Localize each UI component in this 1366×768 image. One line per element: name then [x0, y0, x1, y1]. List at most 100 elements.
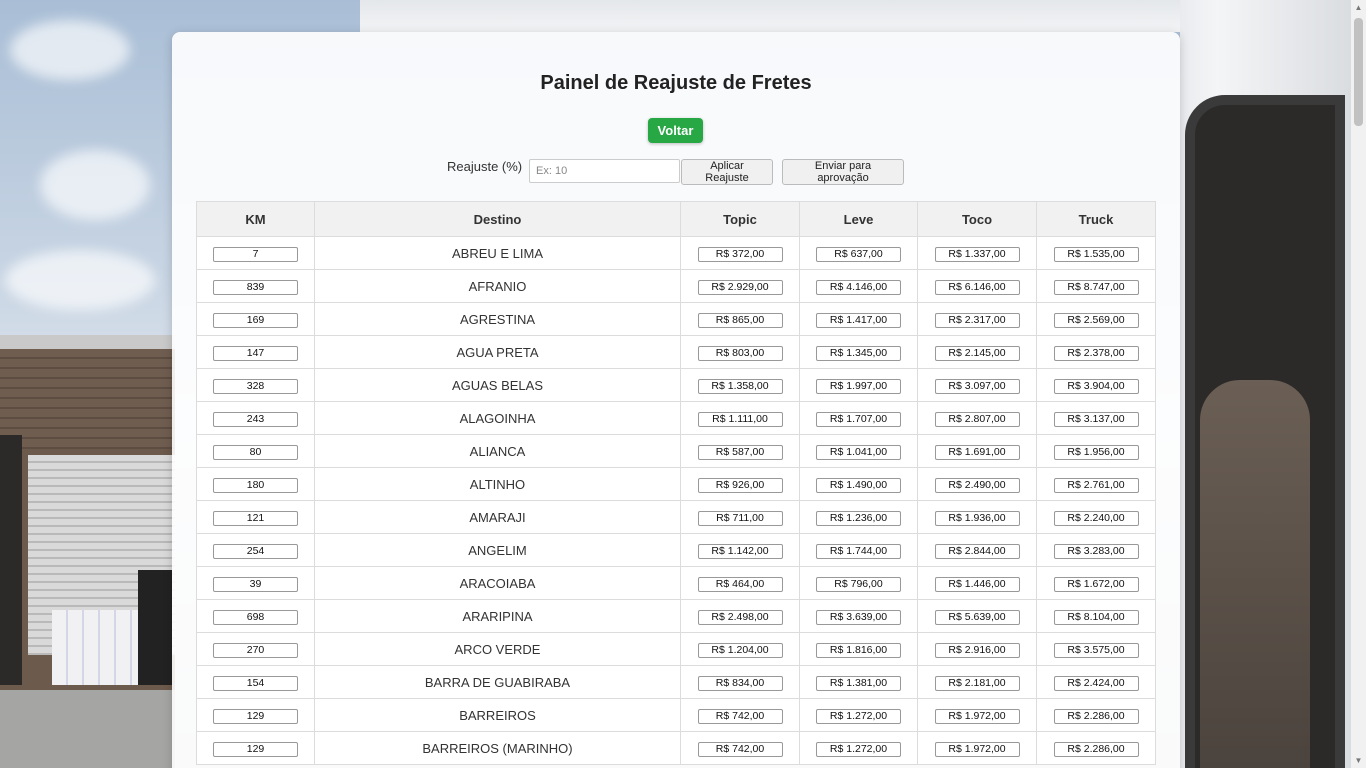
km-input[interactable]: 7 [213, 246, 298, 262]
topic-price-input[interactable]: R$ 742,00 [697, 708, 783, 724]
leve-price-input[interactable]: R$ 1.744,00 [816, 543, 901, 559]
truck-price-input[interactable]: R$ 2.240,00 [1053, 510, 1139, 526]
km-input[interactable]: 154 [213, 675, 298, 691]
leve-price-input[interactable]: R$ 1.816,00 [816, 642, 901, 658]
leve-price-input[interactable]: R$ 1.707,00 [816, 411, 901, 427]
table-cell-leve: R$ 1.236,00 [799, 500, 918, 534]
km-input[interactable]: 180 [213, 477, 298, 493]
back-button[interactable]: Voltar [648, 118, 703, 143]
topic-price-input[interactable]: R$ 803,00 [697, 345, 783, 361]
truck-price-input[interactable]: R$ 1.672,00 [1053, 576, 1139, 592]
leve-price-input[interactable]: R$ 1.041,00 [816, 444, 901, 460]
table-cell-toco: R$ 6.146,00 [917, 269, 1037, 303]
leve-price-input[interactable]: R$ 1.272,00 [816, 708, 901, 724]
topic-price-input[interactable]: R$ 2.929,00 [697, 279, 783, 295]
topic-price-input[interactable]: R$ 926,00 [697, 477, 783, 493]
toco-price-input[interactable]: R$ 1.337,00 [934, 246, 1020, 262]
truck-price-input[interactable]: R$ 2.378,00 [1053, 345, 1139, 361]
truck-price-input[interactable]: R$ 2.424,00 [1053, 675, 1139, 691]
table-cell-toco: R$ 2.181,00 [917, 665, 1037, 699]
table-cell-leve: R$ 4.146,00 [799, 269, 918, 303]
km-input[interactable]: 839 [213, 279, 298, 295]
topic-price-input[interactable]: R$ 1.111,00 [697, 411, 783, 427]
toco-price-input[interactable]: R$ 2.916,00 [934, 642, 1020, 658]
toco-price-input[interactable]: R$ 1.691,00 [934, 444, 1020, 460]
toco-price-input[interactable]: R$ 1.446,00 [934, 576, 1020, 592]
truck-price-input[interactable]: R$ 8.747,00 [1053, 279, 1139, 295]
truck-price-input[interactable]: R$ 3.283,00 [1053, 543, 1139, 559]
km-input[interactable]: 80 [213, 444, 298, 460]
destination-label: BARRA DE GUABIRABA [424, 674, 571, 690]
send-approval-button[interactable]: Enviar para aprovação [782, 159, 904, 185]
topic-price-input[interactable]: R$ 2.498,00 [697, 609, 783, 625]
toco-price-input[interactable]: R$ 2.807,00 [934, 411, 1020, 427]
truck-price-input[interactable]: R$ 2.286,00 [1053, 741, 1139, 757]
topic-price-input[interactable]: R$ 372,00 [697, 246, 783, 262]
truck-price-input[interactable]: R$ 2.761,00 [1053, 477, 1139, 493]
topic-price-input[interactable]: R$ 865,00 [697, 312, 783, 328]
leve-price-input[interactable]: R$ 4.146,00 [816, 279, 901, 295]
km-input[interactable]: 39 [213, 576, 298, 592]
km-input[interactable]: 243 [213, 411, 298, 427]
col-header-truck: Truck [1036, 201, 1156, 237]
toco-price-input[interactable]: R$ 2.490,00 [934, 477, 1020, 493]
topic-price-input[interactable]: R$ 711,00 [697, 510, 783, 526]
toco-price-input[interactable]: R$ 3.097,00 [934, 378, 1020, 394]
truck-price-input[interactable]: R$ 2.569,00 [1053, 312, 1139, 328]
topic-price-input[interactable]: R$ 464,00 [697, 576, 783, 592]
truck-price-input[interactable]: R$ 3.904,00 [1053, 378, 1139, 394]
toco-price-input[interactable]: R$ 1.936,00 [934, 510, 1020, 526]
adjust-percent-input[interactable] [529, 159, 680, 183]
toco-price-input[interactable]: R$ 5.639,00 [934, 609, 1020, 625]
page-scrollbar[interactable]: ▲ ▼ [1351, 0, 1366, 768]
km-input[interactable]: 129 [213, 741, 298, 757]
km-input[interactable]: 270 [213, 642, 298, 658]
col-header-topic: Topic [680, 201, 800, 237]
toco-price-input[interactable]: R$ 1.972,00 [934, 708, 1020, 724]
km-input[interactable]: 169 [213, 312, 298, 328]
topic-price-input[interactable]: R$ 1.142,00 [697, 543, 783, 559]
leve-price-input[interactable]: R$ 637,00 [816, 246, 901, 262]
leve-price-input[interactable]: R$ 3.639,00 [816, 609, 901, 625]
truck-price-input[interactable]: R$ 3.137,00 [1053, 411, 1139, 427]
leve-price-input[interactable]: R$ 1.490,00 [816, 477, 901, 493]
scrollbar-thumb[interactable] [1354, 18, 1363, 126]
toco-price-input[interactable]: R$ 2.145,00 [934, 345, 1020, 361]
truck-price-input[interactable]: R$ 8.104,00 [1053, 609, 1139, 625]
table-cell-destino: ANGELIM [314, 533, 681, 567]
km-input[interactable]: 129 [213, 708, 298, 724]
table-cell-toco: R$ 1.972,00 [917, 731, 1037, 765]
km-input[interactable]: 328 [213, 378, 298, 394]
leve-price-input[interactable]: R$ 1.236,00 [816, 510, 901, 526]
toco-price-input[interactable]: R$ 1.972,00 [934, 741, 1020, 757]
leve-price-input[interactable]: R$ 1.381,00 [816, 675, 901, 691]
truck-price-input[interactable]: R$ 1.535,00 [1053, 246, 1139, 262]
km-input[interactable]: 698 [213, 609, 298, 625]
leve-price-input[interactable]: R$ 1.997,00 [816, 378, 901, 394]
leve-price-input[interactable]: R$ 1.345,00 [816, 345, 901, 361]
topic-price-input[interactable]: R$ 834,00 [697, 675, 783, 691]
toco-price-input[interactable]: R$ 6.146,00 [934, 279, 1020, 295]
topic-price-input[interactable]: R$ 1.358,00 [697, 378, 783, 394]
table-cell-km: 121 [196, 500, 315, 534]
toco-price-input[interactable]: R$ 2.317,00 [934, 312, 1020, 328]
topic-price-input[interactable]: R$ 587,00 [697, 444, 783, 460]
table-row: 121 AMARAJI R$ 711,00 R$ 1.236,00 R$ 1.936,0… [196, 500, 1156, 534]
table-cell-topic: R$ 1.358,00 [680, 368, 800, 402]
leve-price-input[interactable]: R$ 1.272,00 [816, 741, 901, 757]
truck-price-input[interactable]: R$ 3.575,00 [1053, 642, 1139, 658]
topic-price-input[interactable]: R$ 742,00 [697, 741, 783, 757]
km-input[interactable]: 147 [213, 345, 298, 361]
truck-price-input[interactable]: R$ 2.286,00 [1053, 708, 1139, 724]
adjust-toolbar: Reajuste (%) Aplicar Reajuste Enviar par… [172, 159, 1180, 185]
km-input[interactable]: 254 [213, 543, 298, 559]
truck-price-input[interactable]: R$ 1.956,00 [1053, 444, 1139, 460]
leve-price-input[interactable]: R$ 796,00 [816, 576, 901, 592]
km-input[interactable]: 121 [213, 510, 298, 526]
toco-price-input[interactable]: R$ 2.181,00 [934, 675, 1020, 691]
apply-adjust-button[interactable]: Aplicar Reajuste [681, 159, 773, 185]
leve-price-input[interactable]: R$ 1.417,00 [816, 312, 901, 328]
table-cell-truck: R$ 2.378,00 [1036, 335, 1156, 369]
topic-price-input[interactable]: R$ 1.204,00 [697, 642, 783, 658]
toco-price-input[interactable]: R$ 2.844,00 [934, 543, 1020, 559]
